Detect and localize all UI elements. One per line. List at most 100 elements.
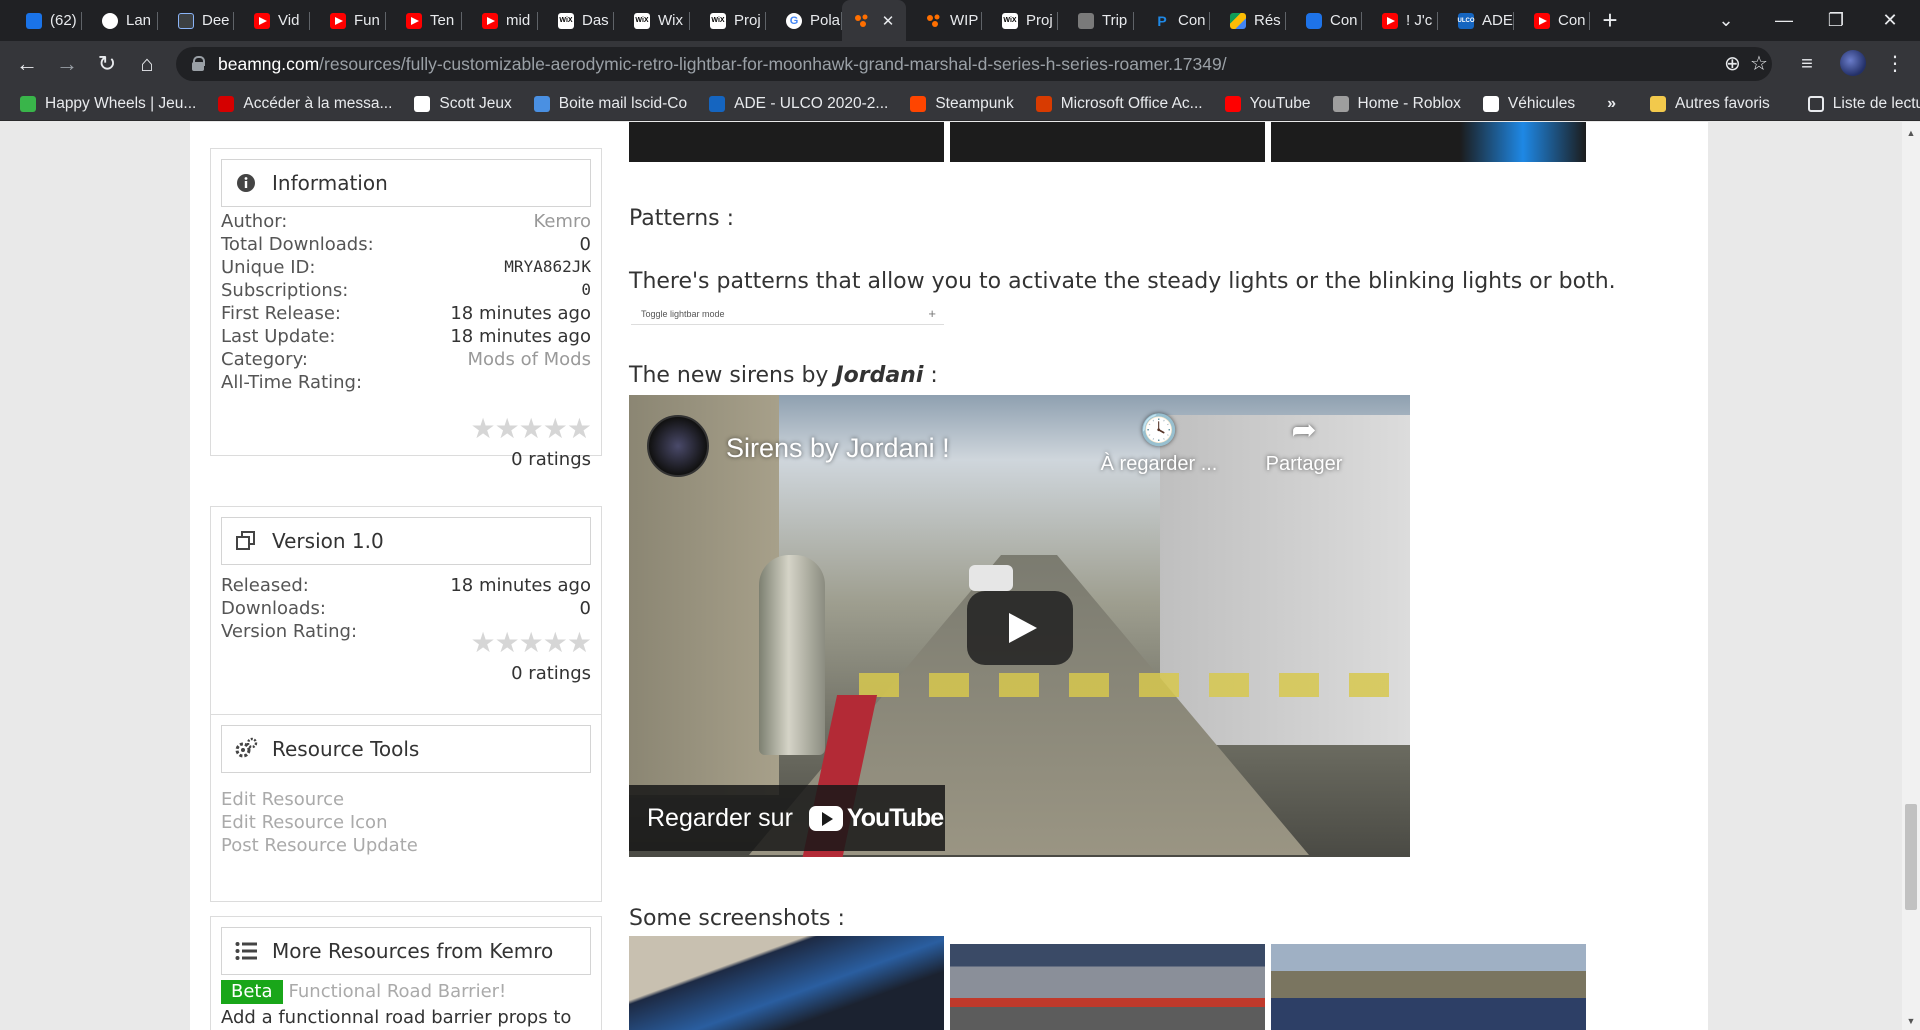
bookmark-item[interactable]: Scott Jeux <box>414 95 512 113</box>
version-rating-stars[interactable]: ★★★★★ <box>470 629 592 657</box>
address-bar[interactable]: beamng.com/resources/fully-customizable-… <box>176 47 1772 81</box>
zoom-icon[interactable]: ⊕ <box>1724 47 1741 81</box>
resource-tools-block: Resource Tools Edit Resource Edit Resourc… <box>210 714 602 902</box>
bookmarks-overflow-button[interactable]: » <box>1607 95 1616 113</box>
wix-icon: WiX <box>634 12 650 29</box>
screenshot-thumb-1[interactable] <box>629 936 944 1030</box>
bookmark-item[interactable]: Boite mail lscid-Co <box>533 95 687 113</box>
tab[interactable]: Fun <box>310 0 386 41</box>
tab[interactable]: Con <box>1286 0 1362 41</box>
tab[interactable]: P Con <box>1134 0 1210 41</box>
watch-on-youtube-button[interactable]: Regarder sur YouTube <box>629 785 945 851</box>
star-icon[interactable]: ★ <box>495 413 520 444</box>
more-resource-item[interactable]: Beta Functional Road Barrier! <box>221 980 591 1004</box>
bookmark-item[interactable]: Happy Wheels | Jeu... <box>20 95 196 113</box>
tab[interactable]: Con <box>1514 0 1590 41</box>
bookmark-star-icon[interactable]: ☆ <box>1750 47 1768 81</box>
tab[interactable]: WiX Proj <box>690 0 766 41</box>
information-value[interactable]: Mods of Mods <box>468 349 592 370</box>
tab-label: Proj <box>734 12 761 29</box>
tab[interactable]: (62) <box>6 0 82 41</box>
resource-tool-link[interactable]: Edit Resource <box>221 789 344 810</box>
youtube-video-embed[interactable]: Sirens by Jordani ! 🕓 À regarder ... ➦ P… <box>629 395 1410 857</box>
tab[interactable]: WiX Das <box>538 0 614 41</box>
star-icon[interactable]: ★ <box>567 627 592 658</box>
play-button[interactable] <box>967 591 1073 665</box>
tab[interactable]: mid <box>462 0 538 41</box>
tab[interactable]: G Pola <box>766 0 842 41</box>
more-resource-title[interactable]: Functional Road Barrier! <box>289 981 507 1002</box>
resource-tool-link[interactable]: Post Resource Update <box>221 835 418 856</box>
toggle-lightbar-label: Toggle lightbar mode <box>641 309 725 319</box>
star-icon[interactable]: ★ <box>567 413 592 444</box>
tab-search-button[interactable]: ⌄ <box>1698 0 1754 41</box>
tab[interactable]: WIP <box>906 0 982 41</box>
new-tab-button[interactable]: + <box>1590 0 1630 41</box>
information-header: Information <box>221 159 591 207</box>
star-icon[interactable]: ★ <box>470 627 495 658</box>
star-icon[interactable]: ★ <box>519 413 544 444</box>
screenshot-thumb-top-1[interactable] <box>629 122 944 162</box>
tab[interactable]: WiX Wix <box>614 0 690 41</box>
bookmark-item[interactable]: Microsoft Office Ac... <box>1035 95 1203 113</box>
bookmark-item[interactable]: Véhicules <box>1482 95 1575 113</box>
tab[interactable]: Dee <box>158 0 234 41</box>
scroll-down-arrow[interactable]: ▼ <box>1906 1016 1916 1026</box>
browser-toolbar: ← → ↻ ⌂ beamng.com/resources/fully-custo… <box>0 41 1920 87</box>
maximize-button[interactable]: ❐ <box>1808 0 1864 41</box>
information-key: First Release: <box>221 303 341 324</box>
reload-button[interactable]: ↻ <box>92 49 122 79</box>
page-scrollbar[interactable]: ▲ ▼ <box>1902 122 1920 1030</box>
tab[interactable]: Rés <box>1210 0 1286 41</box>
forward-button[interactable]: → <box>52 49 82 79</box>
close-window-button[interactable]: ✕ <box>1862 0 1918 41</box>
channel-avatar[interactable] <box>647 415 709 477</box>
bookmark-item[interactable]: Accéder à la messa... <box>218 95 392 113</box>
minimize-button[interactable]: — <box>1756 0 1812 41</box>
reading-list[interactable]: Liste de lecture <box>1807 94 1920 113</box>
bookmark-item[interactable]: ADE - ULCO 2020-2... <box>709 95 888 113</box>
screenshot-thumb-3[interactable] <box>1271 944 1586 1030</box>
share-button[interactable]: ➦ Partager <box>1239 413 1369 476</box>
tab[interactable]: Ten <box>386 0 462 41</box>
bookmark-item[interactable]: Steampunk <box>910 95 1014 113</box>
tab-label: Pola <box>810 12 841 29</box>
information-value[interactable]: Kemro <box>533 211 591 232</box>
screenshot-thumb-top-3[interactable] <box>1271 122 1586 162</box>
menu-icon[interactable]: ⋮ <box>1880 49 1910 79</box>
home-button[interactable]: ⌂ <box>132 49 162 79</box>
resource-tool-link[interactable]: Edit Resource Icon <box>221 812 387 833</box>
information-key: Last Update: <box>221 326 336 347</box>
profile-avatar[interactable] <box>1840 50 1866 76</box>
tab[interactable]: ULCO ADE <box>1438 0 1514 41</box>
tab[interactable]: Vid <box>234 0 310 41</box>
scrollbar-thumb[interactable] <box>1905 804 1917 910</box>
screenshots-heading: Some screenshots : <box>629 906 845 931</box>
screenshot-thumb-2[interactable] <box>950 944 1265 1030</box>
watch-later-button[interactable]: 🕓 À regarder ... <box>1094 413 1224 476</box>
all-time-rating-stars[interactable]: ★★★★★ <box>470 415 592 443</box>
tab[interactable]: Trip <box>1058 0 1134 41</box>
bookmark-item[interactable]: YouTube <box>1224 95 1311 113</box>
back-button[interactable]: ← <box>12 49 42 79</box>
other-bookmarks[interactable]: Autres favoris <box>1650 95 1770 113</box>
watch-later-label: À regarder ... <box>1100 453 1218 475</box>
star-icon[interactable]: ★ <box>470 413 495 444</box>
tab-label: Con <box>1558 12 1586 29</box>
tab[interactable]: Lan <box>82 0 158 41</box>
screenshot-thumb-top-2[interactable] <box>950 122 1265 162</box>
tab[interactable]: WiX Proj <box>982 0 1058 41</box>
scroll-up-arrow[interactable]: ▲ <box>1906 128 1916 138</box>
tab[interactable]: ! J'c <box>1362 0 1438 41</box>
star-icon[interactable]: ★ <box>543 627 568 658</box>
star-icon[interactable]: ★ <box>495 627 520 658</box>
bookmark-item[interactable]: Home - Roblox <box>1332 95 1461 113</box>
star-icon[interactable]: ★ <box>519 627 544 658</box>
video-title[interactable]: Sirens by Jordani ! <box>726 433 950 464</box>
close-tab-icon[interactable]: ✕ <box>882 12 895 30</box>
tab-active[interactable]: ✕ <box>842 0 906 41</box>
star-icon[interactable]: ★ <box>543 413 568 444</box>
reading-list-label: Liste de lecture <box>1832 94 1920 112</box>
reading-list-toolbar-icon[interactable]: ≡ <box>1792 49 1822 79</box>
version-value: 0 <box>579 598 591 619</box>
